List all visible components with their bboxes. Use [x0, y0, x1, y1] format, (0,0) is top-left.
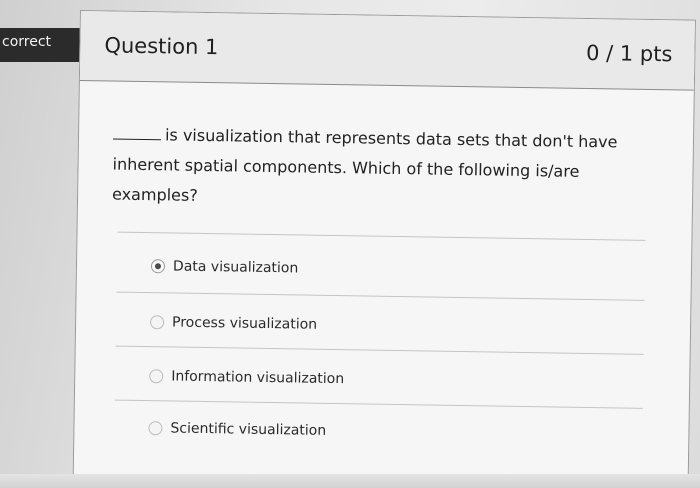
radio-selected-icon[interactable]	[150, 259, 166, 274]
answer-label: Data visualization	[172, 258, 299, 277]
answer-divider	[115, 345, 644, 355]
answer-label: Process visualization	[171, 314, 318, 333]
answer-label: Information visualization	[171, 368, 345, 388]
answers-top-divider	[117, 231, 646, 241]
fill-in-blank	[112, 125, 162, 141]
question-card: Question 1 0 / 1 pts is visualization th…	[72, 10, 696, 485]
answer-option-information-visualization[interactable]: Information visualization	[149, 368, 344, 387]
screen-bottom-edge	[0, 474, 700, 488]
radio-unselected-icon[interactable]	[149, 315, 165, 330]
incorrect-status-label: correct	[2, 34, 52, 50]
answer-option-process-visualization[interactable]: Process visualization	[149, 314, 318, 333]
answer-divider	[114, 399, 643, 409]
question-text: is visualization that represents data se…	[112, 120, 633, 218]
question-title: Question 1	[104, 33, 219, 60]
answer-label: Scientific visualization	[170, 420, 327, 439]
question-header: Question 1 0 / 1 pts	[79, 11, 695, 91]
answer-option-scientific-visualization[interactable]: Scientific visualization	[148, 420, 326, 439]
screen-background: correct Question 1 0 / 1 pts is visualiz…	[0, 0, 700, 488]
radio-unselected-icon[interactable]	[148, 421, 163, 436]
question-prompt: is visualization that represents data se…	[111, 125, 618, 205]
radio-unselected-icon[interactable]	[149, 369, 164, 384]
answer-option-data-visualization[interactable]: Data visualization	[150, 258, 299, 277]
answer-divider	[116, 291, 645, 301]
question-points: 0 / 1 pts	[585, 40, 673, 67]
